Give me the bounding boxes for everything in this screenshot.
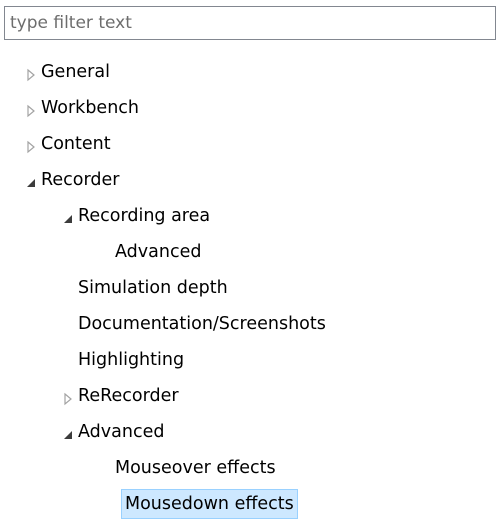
tree-item-advanced[interactable]: Advanced <box>0 416 500 452</box>
tree-item-content[interactable]: Content <box>0 128 500 164</box>
tree-item-label-selected: Mousedown effects <box>121 489 298 519</box>
tree-item-highlighting[interactable]: Highlighting <box>0 344 500 380</box>
expanded-arrow-icon[interactable] <box>61 212 75 226</box>
filter-input[interactable] <box>5 7 495 39</box>
tree-item-label: Documentation/Screenshots <box>78 314 326 334</box>
tree-item-label: Mouseover effects <box>115 458 276 478</box>
tree-item-recording-area-advanced[interactable]: Advanced <box>0 236 500 272</box>
collapsed-arrow-icon[interactable] <box>24 68 38 82</box>
expanded-arrow-icon[interactable] <box>61 428 75 442</box>
tree-item-label: Workbench <box>41 98 139 118</box>
tree-item-label: Highlighting <box>78 350 185 370</box>
collapsed-arrow-icon[interactable] <box>24 140 38 154</box>
tree-item-label: Advanced <box>78 422 165 442</box>
filter-box[interactable] <box>4 6 496 40</box>
tree-item-mouseover-effects[interactable]: Mouseover effects <box>0 452 500 488</box>
tree-item-label: Recording area <box>78 206 211 226</box>
tree-item-label: Content <box>41 134 111 154</box>
tree-item-rerecorder[interactable]: ReRecorder <box>0 380 500 416</box>
tree-item-mousedown-effects[interactable]: Mousedown effects <box>0 488 500 524</box>
tree-item-label: ReRecorder <box>78 386 179 406</box>
tree-item-label: Simulation depth <box>78 278 228 298</box>
tree-item-recording-area[interactable]: Recording area <box>0 200 500 236</box>
preferences-tree: General Workbench Content Recorder Recor… <box>0 56 500 524</box>
collapsed-arrow-icon[interactable] <box>61 392 75 406</box>
tree-item-recorder[interactable]: Recorder <box>0 164 500 200</box>
tree-item-simulation-depth[interactable]: Simulation depth <box>0 272 500 308</box>
tree-item-documentation-screenshots[interactable]: Documentation/Screenshots <box>0 308 500 344</box>
tree-item-label: Advanced <box>115 242 202 262</box>
tree-item-workbench[interactable]: Workbench <box>0 92 500 128</box>
tree-item-label: Recorder <box>41 170 120 190</box>
collapsed-arrow-icon[interactable] <box>24 104 38 118</box>
tree-item-general[interactable]: General <box>0 56 500 92</box>
expanded-arrow-icon[interactable] <box>24 176 38 190</box>
tree-item-label: General <box>41 62 110 82</box>
